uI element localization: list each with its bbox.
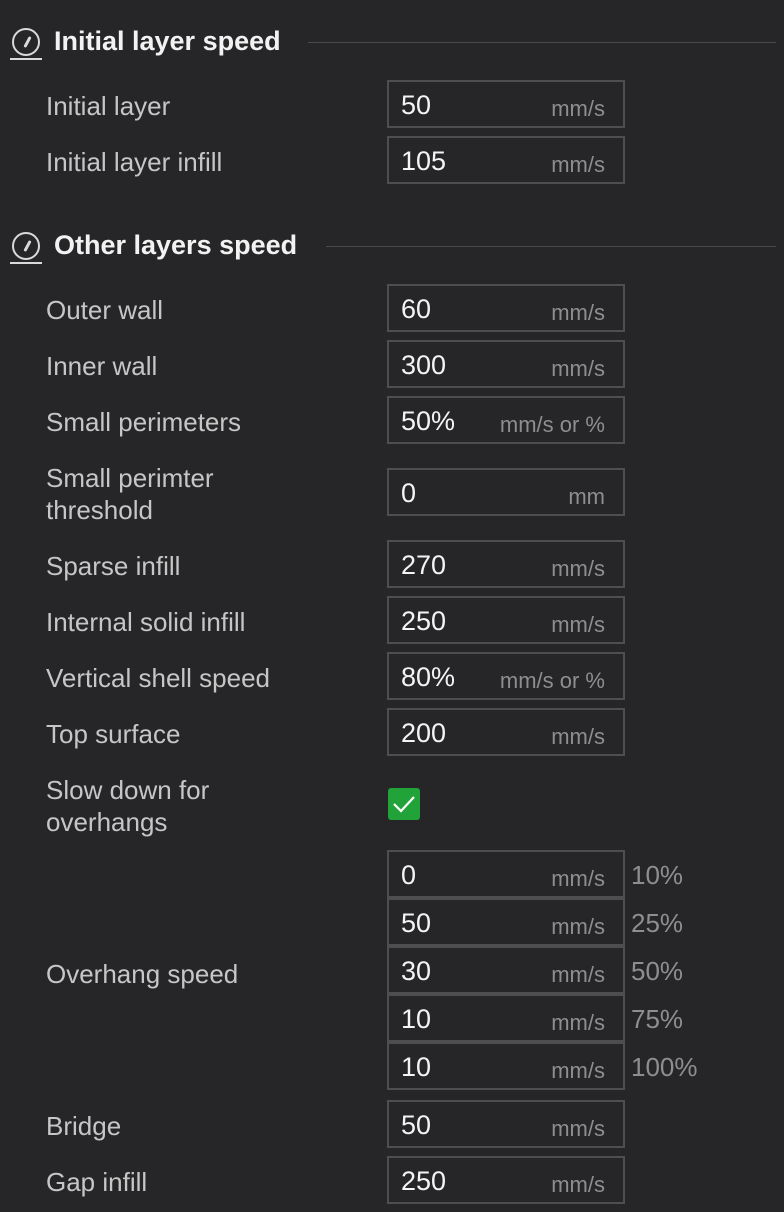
overhang-speed-label: Overhang speed [46,959,239,989]
speedometer-icon [10,232,42,264]
field-unit: mm/s [551,914,605,939]
field-value: 10 [401,1004,432,1034]
field-value: 0 [401,860,417,890]
field-value: 300 [401,350,447,380]
small-perimeters-input[interactable]: 50% mm/s or % [387,396,625,444]
field-unit: mm [568,484,605,509]
overhang-percent-label: 75% [631,1004,684,1034]
bridge-input[interactable]: 50 mm/s [387,1100,625,1148]
top-surface-input[interactable]: 200 mm/s [387,708,625,756]
small-perimeter-threshold-input[interactable]: 0 mm [387,468,625,516]
initial-layer-infill-input[interactable]: 105 mm/s [387,136,625,184]
field-unit: mm/s [551,962,605,987]
field-value: 50% [401,406,456,436]
field-value: 105 [401,146,447,176]
vertical-shell-speed-input[interactable]: 80% mm/s or % [387,652,625,700]
small-perimeters-label: Small perimeters [46,407,242,437]
initial-layer-label: Initial layer [46,91,171,121]
section-header-other: Other layers speed [0,228,784,268]
internal-solid-infill-label: Internal solid infill [46,607,246,637]
gap-infill-input[interactable]: 250 mm/s [387,1156,625,1204]
field-unit: mm/s [551,724,605,749]
overhang-percent-label: 25% [631,908,684,938]
field-unit: mm/s [551,1116,605,1141]
sparse-infill-input[interactable]: 270 mm/s [387,540,625,588]
overhang-speed-50-input[interactable]: 30 mm/s [387,946,625,994]
field-unit: mm/s [551,96,605,121]
field-unit: mm/s [551,612,605,637]
top-surface-label: Top surface [46,719,181,749]
section-title: Initial layer speed [54,26,281,56]
checkmark-icon [393,796,415,813]
small-perimeter-threshold-label: Small perimter threshold [46,462,214,526]
label-line: threshold [46,495,153,525]
field-unit: mm/s [551,1010,605,1035]
sparse-infill-label: Sparse infill [46,551,181,581]
bridge-label: Bridge [46,1111,122,1141]
field-value: 10 [401,1052,432,1082]
field-unit: mm/s [551,1172,605,1197]
field-value: 60 [401,294,432,324]
field-value: 250 [401,606,447,636]
vertical-shell-speed-label: Vertical shell speed [46,663,271,693]
overhang-speed-10-input[interactable]: 0 mm/s [387,850,625,898]
field-unit: mm/s [551,356,605,381]
slow-down-overhangs-checkbox[interactable] [388,788,420,820]
gap-infill-label: Gap infill [46,1167,148,1197]
speedometer-icon [10,28,42,60]
inner-wall-input[interactable]: 300 mm/s [387,340,625,388]
initial-layer-input[interactable]: 50 mm/s [387,80,625,128]
field-value: 270 [401,550,447,580]
field-value: 50 [401,90,432,120]
section-divider [326,246,776,247]
field-value: 50 [401,1110,432,1140]
outer-wall-label: Outer wall [46,295,164,325]
overhang-speed-75-input[interactable]: 10 mm/s [387,994,625,1042]
label-line: Small perimter [46,463,214,493]
field-unit: mm/s or % [499,668,605,693]
inner-wall-label: Inner wall [46,351,158,381]
label-line: overhangs [46,807,168,837]
initial-layer-infill-label: Initial layer infill [46,147,223,177]
overhang-percent-label: 50% [631,956,684,986]
field-value: 50 [401,908,432,938]
outer-wall-input[interactable]: 60 mm/s [387,284,625,332]
overhang-percent-label: 100% [631,1052,698,1082]
internal-solid-infill-input[interactable]: 250 mm/s [387,596,625,644]
section-title: Other layers speed [54,230,298,260]
field-unit: mm/s [551,300,605,325]
field-value: 0 [401,478,417,508]
field-value: 30 [401,956,432,986]
overhang-percent-label: 10% [631,860,684,890]
label-line: Slow down for [46,775,210,805]
field-unit: mm/s [551,556,605,581]
field-unit: mm/s [551,152,605,177]
field-unit: mm/s [551,1058,605,1083]
overhang-speed-25-input[interactable]: 50 mm/s [387,898,625,946]
field-unit: mm/s [551,866,605,891]
field-value: 250 [401,1166,447,1196]
section-header-initial: Initial layer speed [0,24,784,64]
section-divider [308,42,776,43]
overhang-speed-100-input[interactable]: 10 mm/s [387,1042,625,1090]
field-unit: mm/s or % [499,412,605,437]
field-value: 80% [401,662,456,692]
slow-down-overhangs-label: Slow down for overhangs [46,774,209,838]
field-value: 200 [401,718,447,748]
